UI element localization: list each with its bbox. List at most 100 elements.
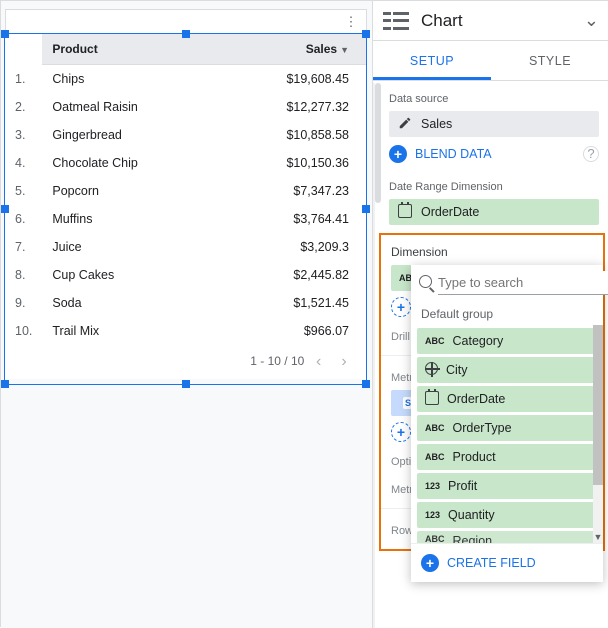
row-index-header: [5, 34, 42, 65]
table-pager: 1 - 10 / 10 ‹ ›: [5, 345, 367, 379]
field-item[interactable]: ABCOrderType: [417, 415, 597, 441]
field-item[interactable]: ABCProduct: [417, 444, 597, 470]
row-index: 2.: [5, 93, 42, 121]
number-type-icon: 123: [425, 510, 440, 520]
properties-panel: Chart ⌄ SETUP STYLE Data source Sales + …: [373, 1, 608, 628]
cell-sales: $7,347.23: [217, 177, 367, 205]
cell-product: Cup Cakes: [42, 261, 217, 289]
field-search-input[interactable]: [438, 271, 608, 295]
row-index: 8.: [5, 261, 42, 289]
column-header-sales[interactable]: Sales▼: [217, 34, 367, 65]
date-range-chip[interactable]: OrderDate: [389, 199, 599, 225]
more-options-icon[interactable]: ⋮: [342, 14, 360, 30]
table-row: 3.Gingerbread$10,858.58: [5, 121, 367, 149]
table-row: 8.Cup Cakes$2,445.82: [5, 261, 367, 289]
blend-data-button[interactable]: + BLEND DATA ?: [379, 141, 608, 171]
data-table: Product Sales▼ 1.Chips$19,608.452.Oatmea…: [5, 33, 367, 345]
add-dimension-button[interactable]: +: [391, 297, 411, 317]
resize-handle[interactable]: [1, 380, 9, 388]
sort-desc-icon: ▼: [340, 45, 349, 55]
cell-sales: $12,277.32: [217, 93, 367, 121]
resize-handle[interactable]: [362, 380, 370, 388]
abc-type-icon: ABC: [425, 452, 445, 462]
row-index: 7.: [5, 233, 42, 261]
calendar-icon: [425, 391, 439, 408]
field-name: City: [446, 363, 468, 377]
panel-title: Chart: [421, 11, 584, 31]
cell-sales: $3,764.41: [217, 205, 367, 233]
abc-type-icon: ABC: [425, 423, 445, 433]
create-field-button[interactable]: + CREATE FIELD: [411, 543, 603, 582]
cell-sales: $1,521.45: [217, 289, 367, 317]
field-item[interactable]: City: [417, 357, 597, 383]
table-chart-type-icon: [383, 9, 411, 33]
plus-icon: +: [389, 145, 407, 163]
cell-product: Muffins: [42, 205, 217, 233]
cell-product: Trail Mix: [42, 317, 217, 345]
field-scrollbar-thumb[interactable]: [593, 325, 603, 485]
cell-product: Chips: [42, 65, 217, 94]
resize-handle[interactable]: [182, 380, 190, 388]
row-index: 6.: [5, 205, 42, 233]
add-metric-button[interactable]: +: [391, 422, 411, 442]
abc-type-icon: ABC: [425, 336, 445, 346]
dimension-label: Dimension: [381, 235, 603, 265]
panel-tabs: SETUP STYLE: [373, 41, 608, 81]
field-name: Category: [453, 334, 504, 348]
pencil-icon: [397, 116, 413, 133]
field-item[interactable]: 123Profit: [417, 473, 597, 499]
date-range-field: OrderDate: [421, 205, 479, 219]
row-index: 9.: [5, 289, 42, 317]
date-range-label: Date Range Dimension: [379, 171, 608, 199]
tab-style[interactable]: STYLE: [491, 41, 608, 80]
field-name: Profit: [448, 479, 477, 493]
cell-sales: $10,858.58: [217, 121, 367, 149]
field-name: OrderDate: [447, 392, 505, 406]
column-header-product[interactable]: Product: [42, 34, 217, 65]
cell-product: Gingerbread: [42, 121, 217, 149]
field-group-label: Default group: [411, 301, 603, 325]
field-picker-popup: Default group ABC Category City OrderDate AB…: [411, 265, 603, 582]
table-row: 6.Muffins$3,764.41: [5, 205, 367, 233]
field-scroll-down-icon[interactable]: ▼: [593, 531, 603, 543]
data-source-chip[interactable]: Sales: [389, 111, 599, 137]
table-row: 9.Soda$1,521.45: [5, 289, 367, 317]
field-item[interactable]: ABC Category: [417, 328, 597, 354]
report-canvas[interactable]: ⋮ Product Sales▼ 1.Chips$19,608.452.Oatm…: [1, 1, 373, 628]
pager-next-icon[interactable]: ›: [333, 353, 355, 371]
field-item[interactable]: OrderDate: [417, 386, 597, 412]
cell-product: Juice: [42, 233, 217, 261]
cell-sales: $2,445.82: [217, 261, 367, 289]
table-row: 5.Popcorn$7,347.23: [5, 177, 367, 205]
cell-product: Popcorn: [42, 177, 217, 205]
abc-type-icon: ABC: [425, 534, 445, 543]
row-index: 10.: [5, 317, 42, 345]
search-icon: [419, 275, 432, 291]
globe-icon: [425, 362, 438, 378]
table-row: 10.Trail Mix$966.07: [5, 317, 367, 345]
field-list[interactable]: ABCCategoryCityOrderDateABCOrderTypeABCP…: [411, 325, 603, 543]
cell-sales: $10,150.36: [217, 149, 367, 177]
cell-sales: $19,608.45: [217, 65, 367, 94]
tab-setup[interactable]: SETUP: [373, 41, 491, 80]
table-row: 2.Oatmeal Raisin$12,277.32: [5, 93, 367, 121]
calendar-icon: [397, 204, 413, 221]
row-index: 1.: [5, 65, 42, 94]
cell-sales: $3,209.3: [217, 233, 367, 261]
chart-type-header[interactable]: Chart ⌄: [373, 1, 608, 41]
table-row: 7.Juice$3,209.3: [5, 233, 367, 261]
chevron-down-icon[interactable]: ⌄: [584, 10, 599, 31]
row-index: 4.: [5, 149, 42, 177]
pager-prev-icon[interactable]: ‹: [308, 353, 330, 371]
widget-titlebar: ⋮: [5, 9, 367, 33]
cell-product: Oatmeal Raisin: [42, 93, 217, 121]
data-source-name: Sales: [421, 117, 452, 131]
data-source-label: Data source: [379, 83, 608, 111]
row-index: 5.: [5, 177, 42, 205]
table-row: 1.Chips$19,608.45: [5, 65, 367, 94]
field-item[interactable]: 123Quantity: [417, 502, 597, 528]
help-icon[interactable]: ?: [583, 146, 599, 162]
field-name: Region: [453, 534, 493, 543]
table-chart-widget[interactable]: ⋮ Product Sales▼ 1.Chips$19,608.452.Oatm…: [5, 9, 367, 379]
field-item[interactable]: ABC Region: [417, 531, 597, 543]
